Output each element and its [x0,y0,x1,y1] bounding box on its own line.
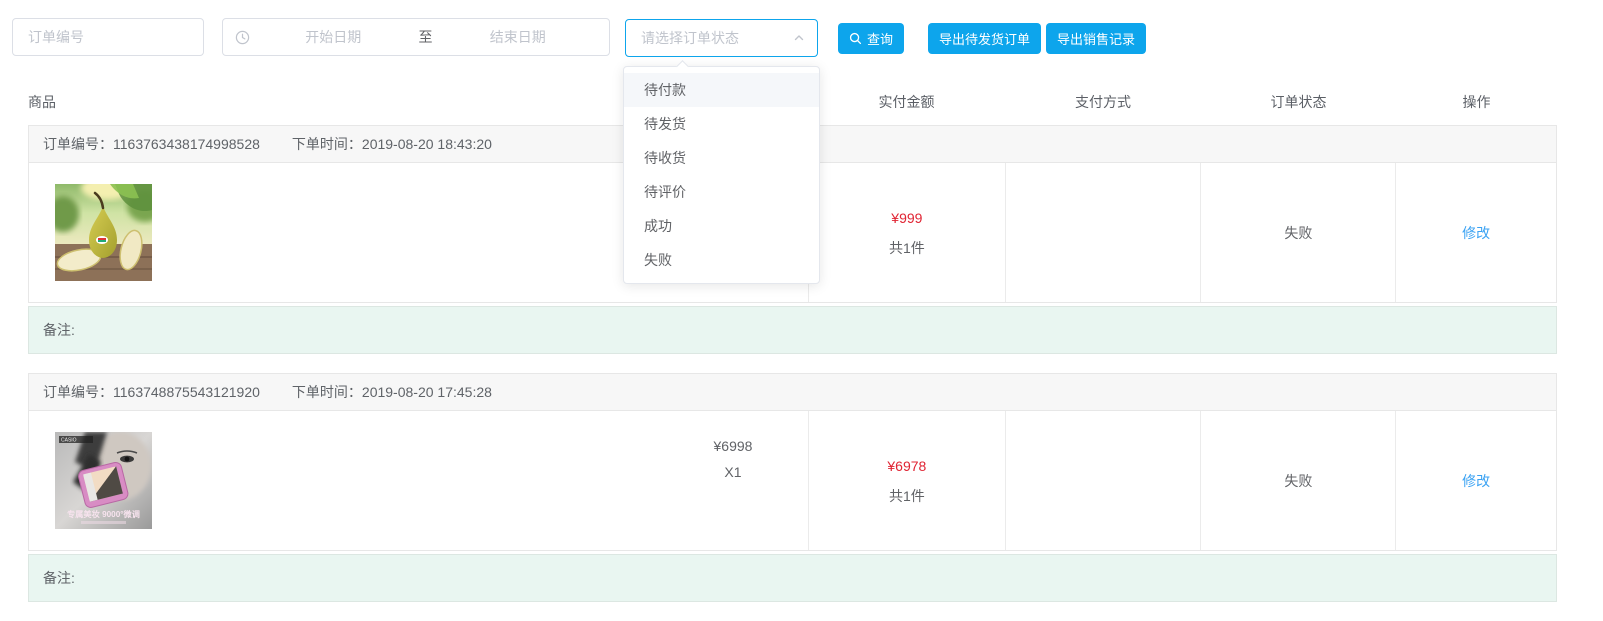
status-option-pending-payment[interactable]: 待付款 [624,73,819,107]
export-sales-label: 导出销售记录 [1057,29,1135,48]
clock-icon [235,30,250,45]
paid-count: 共1件 [889,484,925,508]
popup-arrow [676,60,689,73]
order-time-label: 下单时间： [292,134,362,154]
order-status-cell: 失败 [1200,163,1395,302]
remark-label: 备注: [43,320,75,340]
action-cell: 修改 [1395,163,1556,302]
order-status-cell: 失败 [1200,411,1395,550]
quantity: X1 [724,459,741,485]
order-no-value: 1163748875543121920 [113,384,260,400]
order-time-value: 2019-08-20 17:45:28 [362,384,492,400]
product-image-camera: CASIO 专属美妆 9000°微调 [55,432,152,529]
order-status-value: 失败 [1284,223,1312,243]
export-pending-orders-button[interactable]: 导出待发货订单 [928,23,1041,54]
unit-price-quantity: ¥6998 X1 [658,411,808,550]
start-date-placeholder[interactable]: 开始日期 [254,27,413,47]
column-header-pay-method: 支付方式 [1005,92,1201,112]
chevron-up-icon [793,32,805,44]
column-header-paid-amount: 实付金额 [808,92,1005,112]
order-status-select[interactable]: 请选择订单状态 [625,19,818,57]
column-header-action: 操作 [1396,92,1557,112]
product-caption: 专属美妆 9000°微调 [67,509,140,519]
export-sales-records-button[interactable]: 导出销售记录 [1046,23,1146,54]
order-status-placeholder: 请选择订单状态 [641,28,793,48]
remark-label: 备注: [43,568,75,588]
goods-cell: CASIO 专属美妆 9000°微调 ¥6998 X1 [29,411,808,550]
order-header-bar: 订单编号：1163748875543121920 下单时间：2019-08-20… [28,373,1557,411]
status-option-pending-receipt[interactable]: 待收货 [624,141,819,175]
action-cell: 修改 [1395,411,1556,550]
remark-row: 备注: [28,554,1557,602]
search-button-label: 查询 [867,29,893,48]
paid-amount-value: ¥6978 [887,454,926,478]
remark-row: 备注: [28,306,1557,354]
date-range-picker[interactable]: 开始日期 至 结束日期 [222,18,610,56]
paid-amount-cell: ¥6978 共1件 [808,411,1005,550]
pay-method-cell [1005,163,1201,302]
order-status-value: 失败 [1284,471,1312,491]
modify-link[interactable]: 修改 [1462,223,1490,243]
status-option-pending-shipment[interactable]: 待发货 [624,107,819,141]
status-option-success[interactable]: 成功 [624,209,819,243]
paid-amount-value: ¥999 [891,206,922,230]
order-product-row: CASIO 专属美妆 9000°微调 ¥6998 X1 ¥6978 共1件 [28,411,1557,551]
order-management-page: 开始日期 至 结束日期 请选择订单状态 查询 导出待发货订单 导出销售记录 商品… [0,0,1603,621]
order-no-label: 订单编号： [43,382,113,402]
order-status-dropdown: 待付款 待发货 待收货 待评价 成功 失败 [623,66,820,284]
end-date-placeholder[interactable]: 结束日期 [439,27,598,47]
pay-method-cell [1005,411,1201,550]
search-button[interactable]: 查询 [838,23,904,54]
order-time-value: 2019-08-20 18:43:20 [362,136,492,152]
order-no-value: 1163763438174998528 [113,136,260,152]
order-number-input[interactable] [12,18,204,56]
status-option-failed[interactable]: 失败 [624,243,819,277]
order-no-label: 订单编号： [43,134,113,154]
export-pending-label: 导出待发货订单 [939,29,1030,48]
date-range-separator: 至 [413,27,439,47]
search-icon [849,32,862,45]
brand-text: CASIO [61,438,77,444]
column-header-order-status: 订单状态 [1201,92,1396,112]
column-header-goods: 商品 [28,92,56,112]
paid-amount-cell: ¥999 共1件 [808,163,1005,302]
product-image-pear [55,184,152,281]
order-time-label: 下单时间： [292,382,362,402]
paid-count: 共1件 [889,236,925,260]
unit-price: ¥6998 [714,433,753,459]
modify-link[interactable]: 修改 [1462,471,1490,491]
status-option-pending-review[interactable]: 待评价 [624,175,819,209]
